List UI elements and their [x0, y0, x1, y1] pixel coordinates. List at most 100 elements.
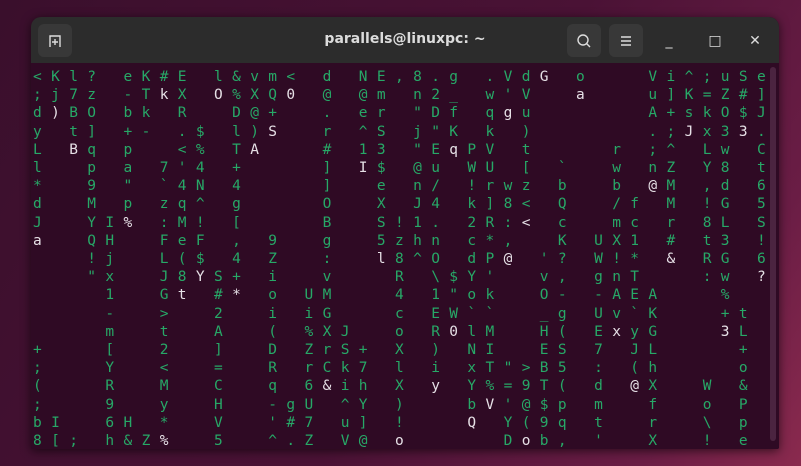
matrix-char: :	[594, 360, 603, 377]
matrix-char: M	[666, 196, 676, 213]
matrix-char: @	[413, 160, 422, 176]
matrix-char: ;	[702, 69, 712, 85]
matrix-char: +	[738, 342, 748, 358]
matrix-char: S	[214, 269, 223, 286]
search-icon	[577, 33, 591, 47]
matrix-char: )	[51, 105, 60, 122]
matrix-char: 7	[159, 160, 169, 176]
matrix-char: 1	[105, 287, 115, 304]
matrix-char: i	[268, 305, 278, 322]
matrix-char: e	[177, 232, 187, 249]
matrix-char: l	[232, 123, 241, 140]
matrix-char: `	[630, 305, 640, 322]
matrix-char: =	[214, 360, 223, 377]
matrix-char: n	[413, 87, 422, 104]
matrix-char: L	[159, 251, 169, 267]
matrix-char: (	[268, 323, 278, 340]
matrix-char: t	[702, 232, 712, 249]
matrix-char: V	[214, 414, 223, 431]
title-bar[interactable]: parallels@linuxpc: ~ _ □ ✕	[31, 17, 779, 63]
matrix-char: R	[268, 360, 278, 377]
matrix-char: ?	[557, 251, 567, 267]
matrix-char: ,	[232, 232, 241, 249]
matrix-char: J	[340, 323, 350, 340]
matrix-char: Z	[304, 342, 314, 358]
matrix-char: K	[141, 69, 151, 85]
matrix-char: K	[648, 305, 658, 322]
matrix-char: ;	[69, 433, 78, 449]
close-button[interactable]: ✕	[744, 30, 766, 52]
terminal-output[interactable]: < Kl? e K # El & v m < d N E, 8. g. Vd Go Vi ^; u Se; j 7 z - Tk X…	[31, 63, 779, 449]
matrix-char: d	[322, 69, 332, 85]
matrix-char: 1	[358, 141, 368, 158]
matrix-char: D	[268, 342, 278, 358]
matrix-char: 9	[105, 396, 115, 413]
matrix-char: b	[539, 433, 549, 449]
matrix-char: :	[159, 214, 169, 231]
matrix-char: '	[177, 160, 187, 176]
matrix-char: o	[395, 323, 404, 340]
matrix-char: O	[322, 196, 332, 213]
matrix-char: 5	[376, 232, 386, 249]
matrix-char: 1	[431, 287, 440, 304]
matrix-char: '	[485, 269, 495, 286]
matrix-char: ,	[557, 433, 567, 449]
matrix-char: 4	[232, 178, 241, 195]
matrix-char: b	[123, 105, 133, 122]
matrix-char: p	[123, 196, 133, 213]
matrix-char: w	[503, 178, 513, 195]
matrix-char: %	[485, 378, 495, 395]
matrix-char: P	[485, 251, 495, 267]
matrix-char: "	[413, 141, 422, 158]
matrix-char: 7	[69, 87, 78, 104]
maximize-button[interactable]: □	[704, 30, 726, 52]
matrix-char: n	[648, 160, 658, 176]
matrix-char: e	[738, 433, 748, 449]
matrix-char: ^	[268, 433, 278, 449]
matrix-char: E	[177, 69, 187, 85]
matrix-char: z	[521, 178, 531, 195]
matrix-char: r	[485, 178, 495, 195]
matrix-char: b	[33, 414, 42, 431]
matrix-char: ?	[87, 69, 97, 85]
matrix-char: 3	[738, 123, 748, 140]
matrix-char: -	[123, 87, 133, 104]
matrix-char: S	[738, 69, 748, 85]
matrix-char: K	[557, 232, 567, 249]
search-button[interactable]	[567, 24, 601, 57]
matrix-char: b	[612, 178, 621, 195]
matrix-char: v	[539, 269, 549, 286]
matrix-char: l	[214, 69, 223, 85]
matrix-char: /	[431, 178, 440, 195]
matrix-char: .	[757, 123, 766, 140]
matrix-char: 4	[395, 287, 404, 304]
matrix-char: ]	[322, 160, 332, 176]
matrix-char: #	[738, 87, 748, 104]
matrix-char: f	[449, 105, 459, 122]
menu-button[interactable]	[609, 24, 643, 57]
matrix-char: b	[557, 178, 567, 195]
matrix-char: E	[594, 323, 603, 340]
matrix-char: A	[612, 287, 621, 304]
matrix-char: .	[431, 214, 440, 231]
matrix-char: g	[286, 396, 296, 413]
matrix-char: B	[69, 105, 78, 122]
matrix-char: H	[105, 232, 115, 249]
matrix-char: Z	[304, 433, 314, 449]
matrix-char: !	[195, 214, 205, 231]
matrix-char: S	[268, 123, 278, 140]
matrix-char: S	[376, 214, 386, 231]
matrix-char: B	[539, 360, 549, 377]
matrix-char: ,	[557, 269, 567, 286]
matrix-char: o	[395, 433, 404, 449]
matrix-char: X	[648, 378, 658, 395]
matrix-char: i	[304, 305, 314, 322]
matrix-char: r	[322, 123, 332, 140]
minimize-button[interactable]: _	[658, 30, 680, 52]
matrix-char: 3	[720, 123, 730, 140]
matrix-char: o	[268, 287, 278, 304]
matrix-char: o	[467, 287, 477, 304]
matrix-char: 6	[757, 251, 766, 267]
matrix-char: h	[105, 433, 115, 449]
matrix-char: d	[720, 178, 730, 195]
